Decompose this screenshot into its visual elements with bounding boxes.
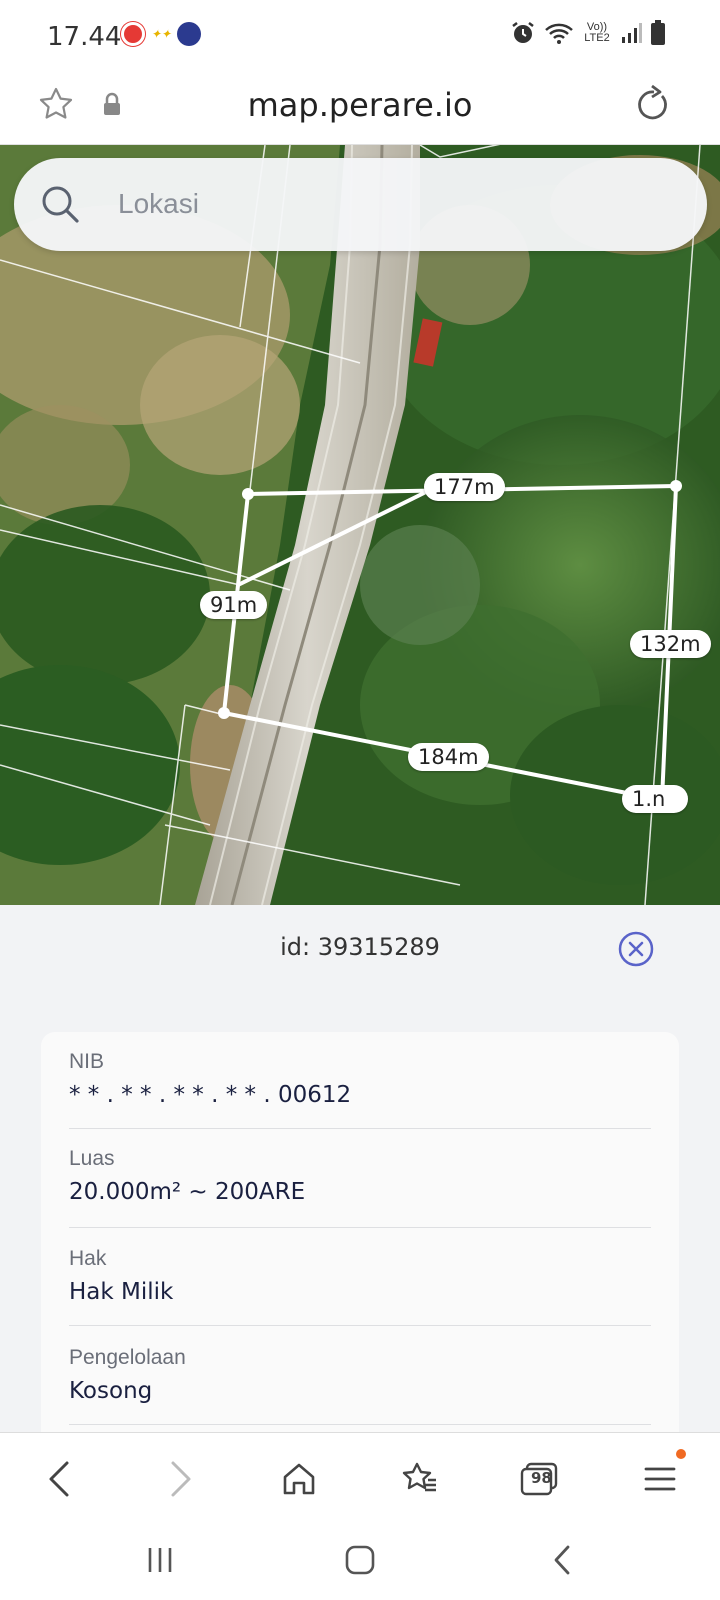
network-type-label: Vo)) LTE2 bbox=[584, 21, 610, 44]
bookmarks-icon[interactable] bbox=[396, 1455, 444, 1503]
status-icons: Vo)) LTE2 bbox=[510, 20, 666, 46]
status-bar: 17.44 ✦✦ Vo)) LTE2 bbox=[0, 0, 720, 72]
signal-icon bbox=[622, 23, 642, 43]
parcel-details-card: NIB * * . * * . * * . * * . 00612 Luas 2… bbox=[41, 1032, 679, 1432]
parcel-info-panel: id: 39315289 NIB * * . * * . * * . * * .… bbox=[0, 907, 720, 1432]
tabs-count: 98 bbox=[531, 1469, 552, 1487]
field-value: 20.000m² ~ 200ARE bbox=[69, 1179, 306, 1205]
field-value: Kosong bbox=[69, 1378, 153, 1404]
field-label: Luas bbox=[69, 1147, 115, 1170]
field-row-nib: NIB * * . * * . * * . * * . 00612 bbox=[69, 1050, 651, 1129]
segment-length-label: 184m bbox=[408, 743, 489, 771]
satellite-map[interactable]: 177m 91m 132m 184m 1.n bbox=[0, 145, 720, 905]
status-app-icons: ✦✦ bbox=[121, 22, 202, 46]
segment-length-label: 1.n bbox=[622, 785, 688, 813]
close-icon[interactable] bbox=[618, 931, 654, 967]
alarm-icon bbox=[512, 22, 534, 43]
url-text[interactable]: map.perare.io bbox=[0, 86, 720, 124]
battery-icon bbox=[651, 20, 665, 45]
home-button-icon[interactable] bbox=[336, 1540, 384, 1580]
map-imagery[interactable] bbox=[0, 145, 720, 905]
field-row-luas: Luas 20.000m² ~ 200ARE bbox=[69, 1147, 651, 1228]
field-label: NIB bbox=[69, 1050, 105, 1073]
back-icon[interactable] bbox=[35, 1455, 83, 1503]
field-row-hak: Hak Hak Milik bbox=[69, 1247, 651, 1326]
segment-length-label: 91m bbox=[200, 591, 268, 619]
tabs-icon[interactable]: 98 bbox=[515, 1455, 563, 1503]
search-icon bbox=[40, 184, 80, 229]
system-nav-bar bbox=[0, 1520, 720, 1600]
status-time: 17.44 bbox=[47, 22, 122, 52]
wifi-icon bbox=[545, 23, 573, 44]
reload-icon[interactable] bbox=[634, 84, 670, 129]
system-back-icon[interactable] bbox=[538, 1540, 586, 1580]
field-label: Pengelolaan bbox=[69, 1346, 186, 1369]
forward-icon[interactable] bbox=[157, 1455, 205, 1503]
browser-url-bar: map.perare.io bbox=[0, 72, 720, 145]
field-row-pengelolaan: Pengelolaan Kosong bbox=[69, 1346, 651, 1425]
notification-dot bbox=[676, 1449, 686, 1459]
browser-bottom-nav: 98 bbox=[0, 1432, 720, 1521]
home-icon[interactable] bbox=[275, 1455, 323, 1503]
notification-app-icon bbox=[121, 22, 145, 46]
recent-apps-icon[interactable] bbox=[136, 1540, 184, 1580]
notification-app-icon: ✦✦ bbox=[151, 27, 172, 41]
parcel-id-title: id: 39315289 bbox=[280, 933, 440, 961]
segment-length-label: 132m bbox=[630, 630, 711, 658]
notification-app-icon bbox=[177, 22, 202, 46]
location-search-bar[interactable] bbox=[14, 158, 707, 251]
field-value: Hak Milik bbox=[69, 1279, 174, 1305]
segment-length-label: 177m bbox=[424, 473, 505, 501]
field-value: * * . * * . * * . * * . 00612 bbox=[69, 1082, 352, 1108]
menu-icon[interactable] bbox=[636, 1449, 686, 1503]
field-label: Hak bbox=[69, 1247, 107, 1270]
location-search-input[interactable] bbox=[116, 180, 640, 228]
